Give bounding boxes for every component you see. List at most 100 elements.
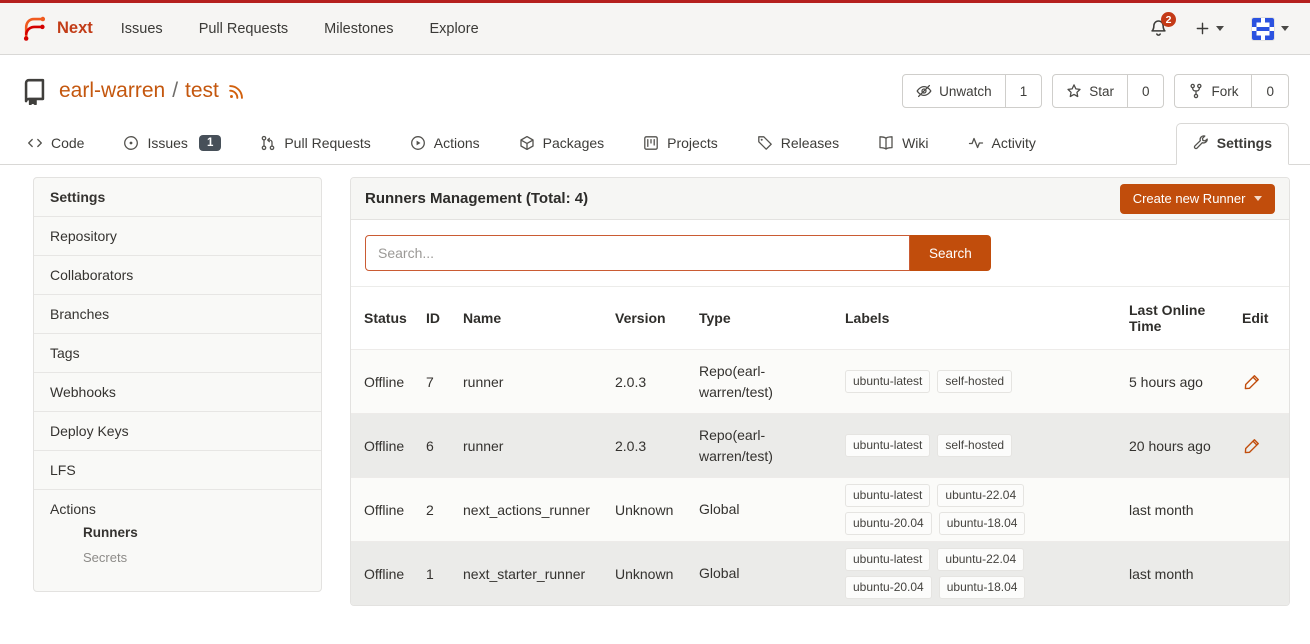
runner-name: runner — [463, 374, 615, 390]
runner-name: runner — [463, 438, 615, 454]
sidebar-item-tags[interactable]: Tags — [34, 333, 321, 372]
sidebar-item-webhooks[interactable]: Webhooks — [34, 372, 321, 411]
tools-icon — [1193, 135, 1209, 151]
runner-version: 2.0.3 — [615, 438, 699, 454]
tab-label: Projects — [667, 135, 718, 151]
create-new-button[interactable] — [1195, 21, 1224, 36]
sidebar-item-deploy-keys[interactable]: Deploy Keys — [34, 411, 321, 450]
forgejo-logo-icon — [21, 15, 48, 42]
tab-releases[interactable]: Releases — [751, 124, 845, 164]
tab-code[interactable]: Code — [21, 124, 90, 164]
repo-actions: Unwatch1Star0Fork0 — [902, 74, 1289, 108]
runner-label-tag: ubuntu-18.04 — [939, 576, 1026, 599]
column-header-name: Name — [463, 310, 615, 326]
tab-label: Actions — [434, 135, 480, 151]
tab-projects[interactable]: Projects — [637, 124, 724, 164]
sidebar-item-branches[interactable]: Branches — [34, 294, 321, 333]
runner-type: Repo(earl-warren/test) — [699, 361, 845, 402]
runner-name: next_starter_runner — [463, 566, 615, 582]
repo-tabbar: Code Issues1 Pull Requests Actions Packages P… — [0, 123, 1310, 165]
table-row: Offline2next_actions_runnerUnknownGlobal… — [351, 477, 1289, 541]
tab-issues[interactable]: Issues1 — [117, 124, 227, 164]
column-header-last-online-time: Last Online Time — [1129, 302, 1242, 334]
sidebar-header: Settings — [34, 178, 321, 216]
tab-pull-requests[interactable]: Pull Requests — [254, 124, 376, 164]
column-header-status: Status — [364, 310, 426, 326]
settings-menu: Settings RepositoryCollaboratorsBranches… — [33, 177, 322, 592]
runner-label-tag: ubuntu-22.04 — [937, 484, 1024, 507]
unwatch-button[interactable]: Unwatch — [903, 75, 1005, 107]
rss-icon[interactable] — [228, 82, 246, 100]
brand-name: Next — [57, 19, 93, 38]
tab-actions[interactable]: Actions — [404, 124, 486, 164]
unwatch-count[interactable]: 1 — [1005, 75, 1042, 107]
notifications-button[interactable]: 2 — [1149, 19, 1168, 38]
repo-owner-link[interactable]: earl-warren — [59, 79, 165, 103]
issues-count-badge: 1 — [199, 135, 221, 151]
runner-last-online: last month — [1129, 502, 1242, 518]
panel-header: Runners Management (Total: 4) Create new… — [351, 178, 1289, 220]
sidebar-item-collaborators[interactable]: Collaborators — [34, 255, 321, 294]
book-icon — [878, 135, 894, 151]
column-header-edit: Edit — [1242, 310, 1276, 326]
navbar-right: 2 — [1149, 17, 1289, 41]
tab-settings[interactable]: Settings — [1176, 123, 1289, 165]
runner-last-online: 20 hours ago — [1129, 438, 1242, 454]
tab-wiki[interactable]: Wiki — [872, 124, 934, 164]
repo-icon — [21, 78, 48, 105]
runner-id: 1 — [426, 566, 463, 582]
tag-icon — [757, 135, 773, 151]
nav-link-milestones[interactable]: Milestones — [324, 21, 393, 37]
nav-link-issues[interactable]: Issues — [121, 21, 163, 37]
runner-status: Offline — [364, 438, 426, 454]
fork-button[interactable]: Fork — [1175, 75, 1251, 107]
tab-activity[interactable]: Activity — [962, 124, 1042, 164]
fork-count[interactable]: 0 — [1251, 75, 1288, 107]
runner-label-tag: self-hosted — [937, 434, 1012, 457]
tab-label: Pull Requests — [284, 135, 370, 151]
primary-nav: Issues Pull Requests Milestones Explore — [121, 20, 515, 38]
issue-icon — [123, 135, 139, 151]
runner-labels: ubuntu-latestubuntu-22.04ubuntu-20.04ubu… — [845, 548, 1050, 599]
sidebar-item-lfs[interactable]: LFS — [34, 450, 321, 489]
tab-packages[interactable]: Packages — [513, 124, 610, 164]
search-button[interactable]: Search — [910, 235, 991, 271]
sidebar-group-label: Actions — [50, 501, 305, 517]
runner-labels: ubuntu-latestubuntu-22.04ubuntu-20.04ubu… — [845, 484, 1050, 535]
home-link[interactable]: Next — [21, 15, 93, 42]
column-header-version: Version — [615, 310, 699, 326]
runner-type: Repo(earl-warren/test) — [699, 425, 845, 466]
create-new-runner-button[interactable]: Create new Runner — [1120, 184, 1276, 214]
column-header-type: Type — [699, 310, 845, 326]
sidebar-item-repository[interactable]: Repository — [34, 216, 321, 255]
runner-label-tag: ubuntu-latest — [845, 370, 930, 393]
runner-label-tag: ubuntu-18.04 — [939, 512, 1026, 535]
nav-link-pull-requests[interactable]: Pull Requests — [199, 21, 288, 37]
sidebar-item-secrets[interactable]: Secrets — [50, 545, 305, 570]
star-button-group: Star 0 — [1052, 74, 1164, 108]
edit-runner-button[interactable] — [1242, 371, 1263, 392]
package-icon — [519, 135, 535, 151]
main-area: Runners Management (Total: 4) Create new… — [350, 177, 1290, 606]
caret-down-icon — [1216, 26, 1224, 31]
pencil-icon — [1244, 437, 1261, 454]
nav-link-explore[interactable]: Explore — [429, 21, 478, 37]
create-new-runner-label: Create new Runner — [1133, 191, 1246, 206]
search-input[interactable] — [365, 235, 910, 271]
star-count[interactable]: 0 — [1127, 75, 1164, 107]
runner-edit-cell — [1242, 435, 1276, 457]
unwatch-button-group: Unwatch1 — [902, 74, 1042, 108]
user-menu-button[interactable] — [1251, 17, 1289, 41]
pencil-icon — [1244, 373, 1261, 390]
runners-table-body: Offline7runner2.0.3Repo(earl-warren/test… — [351, 349, 1289, 605]
table-row: Offline6runner2.0.3Repo(earl-warren/test… — [351, 413, 1289, 477]
runner-label-tag: ubuntu-20.04 — [845, 576, 932, 599]
tab-label: Packages — [543, 135, 604, 151]
sidebar-item-runners[interactable]: Runners — [50, 520, 305, 545]
sidebar-group-actions[interactable]: Actions RunnersSecrets — [34, 489, 321, 591]
fork-icon — [1188, 83, 1204, 99]
star-button[interactable]: Star — [1053, 75, 1127, 107]
repo-name-link[interactable]: test — [185, 79, 219, 103]
edit-runner-button[interactable] — [1242, 435, 1263, 456]
star-label: Star — [1089, 84, 1114, 99]
